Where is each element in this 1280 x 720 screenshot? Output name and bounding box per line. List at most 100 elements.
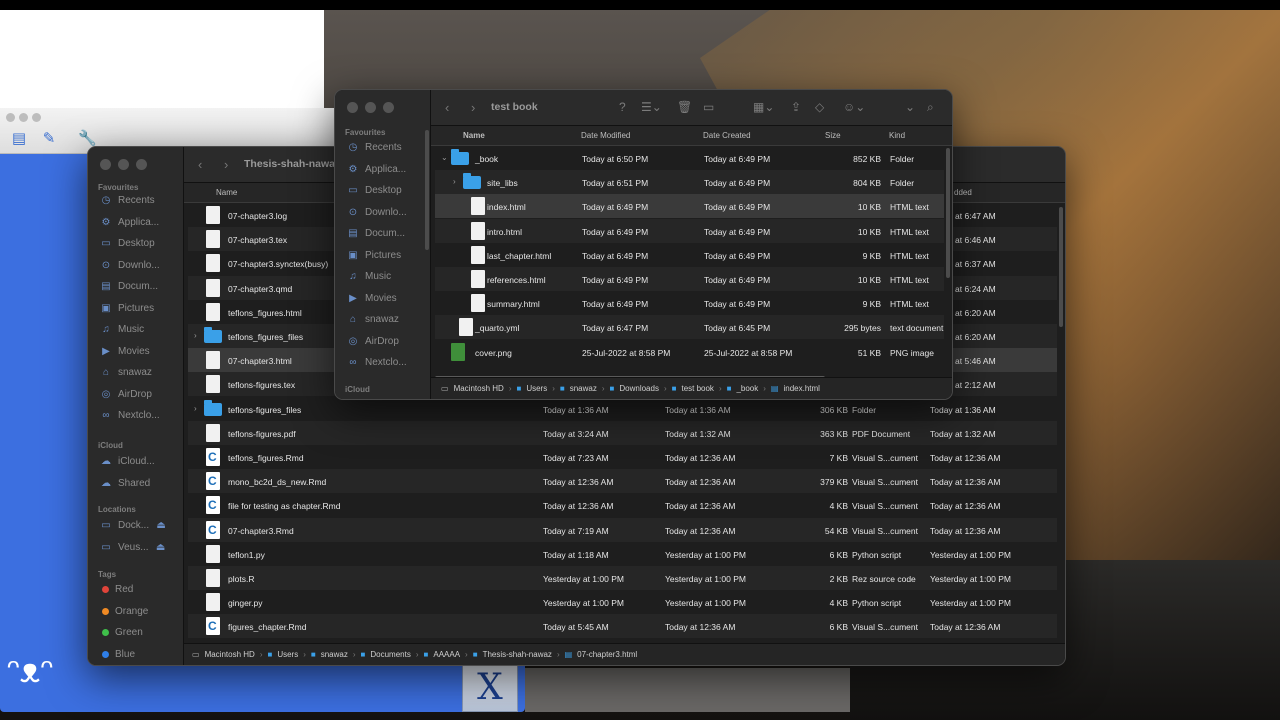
sidebar-item[interactable]: ▶ Movies	[347, 293, 397, 304]
sidebar-item[interactable]: ◎ AirDrop	[347, 336, 399, 347]
path-segment[interactable]: Thesis-shah-nawaz	[483, 650, 552, 659]
table-row[interactable]: last_chapter.html Today at 6:49 PM Today a…	[435, 243, 944, 267]
column-name[interactable]: Name	[463, 131, 485, 140]
sidebar-item[interactable]: Orange	[102, 606, 148, 617]
x-app-icon[interactable]: X	[462, 664, 518, 712]
sidebar-item[interactable]: ▭ Veus... ⏏	[100, 542, 167, 553]
eject-icon[interactable]: ⏏	[155, 542, 167, 553]
vertical-scrollbar[interactable]	[1059, 207, 1063, 327]
path-segment[interactable]: snawaz	[321, 650, 348, 659]
close-dot[interactable]	[6, 113, 15, 122]
forward-arrow-icon[interactable]: ›	[224, 157, 228, 172]
sidebar-item[interactable]: ▭ Dock... ⏏	[100, 520, 167, 531]
minimize-button[interactable]	[365, 102, 376, 113]
disclosure-chevron-icon[interactable]: ⌄	[441, 153, 448, 162]
path-segment[interactable]: index.html	[783, 384, 819, 393]
table-row[interactable]: plots.R Yesterday at 1:00 PM Yesterday at …	[188, 566, 1057, 590]
sidebar-item[interactable]: ▣ Pictures	[347, 250, 401, 261]
eject-icon[interactable]: ⏏	[155, 520, 167, 531]
minimize-dot[interactable]	[19, 113, 28, 122]
sidebar-item[interactable]: ▣ Pictures	[100, 303, 154, 314]
path-segment[interactable]: Users	[526, 384, 547, 393]
path-segment[interactable]: snawaz	[570, 384, 597, 393]
sidebar-item[interactable]: ⚙ Applica...	[100, 217, 160, 228]
path-segment[interactable]: Macintosh HD	[205, 650, 255, 659]
table-row[interactable]: cover.png 25-Jul-2022 at 8:58 PM 25-Jul-20…	[435, 340, 944, 364]
sidebar-item[interactable]: Blue	[102, 649, 135, 660]
table-row[interactable]: › teflons-figures_files Today at 1:36 AM To…	[188, 397, 1057, 421]
path-segment[interactable]: Users	[277, 650, 298, 659]
zoom-dot[interactable]	[32, 113, 41, 122]
table-row[interactable]: teflon1.py Today at 1:18 AM Yesterday at 1…	[188, 542, 1057, 566]
sidebar-item[interactable]: ▤ Docum...	[347, 228, 405, 239]
column-date-created[interactable]: Date Created	[703, 131, 751, 140]
column-date-modified[interactable]: Date Modified	[581, 131, 630, 140]
disclosure-chevron-icon[interactable]: ›	[194, 404, 197, 413]
disclosure-chevron-icon[interactable]: ›	[453, 177, 456, 186]
sidebar-item[interactable]: ▶ Movies	[100, 346, 150, 357]
close-button[interactable]	[100, 159, 111, 170]
table-row[interactable]: _quarto.yml Today at 6:47 PM Today at 6:45…	[435, 315, 944, 340]
path-segment[interactable]: AAAAA	[433, 650, 460, 659]
zoom-button[interactable]	[136, 159, 147, 170]
table-row[interactable]: file for testing as chapter.Rmd Today at …	[188, 493, 1057, 517]
path-segment[interactable]: 07-chapter3.html	[577, 650, 637, 659]
new-folder-icon[interactable]: ▭	[703, 100, 714, 114]
sidebar-item[interactable]: ⌂ snawaz	[347, 314, 399, 325]
path-segment[interactable]: _book	[736, 384, 758, 393]
path-segment[interactable]: Downloads	[619, 384, 659, 393]
column-kind[interactable]: Kind	[889, 131, 905, 140]
tag-icon[interactable]: ◇	[815, 100, 824, 114]
sidebar-item[interactable]: ☁ iCloud...	[100, 456, 155, 467]
table-row[interactable]: index.html Today at 6:49 PM Today at 6:49 …	[435, 194, 944, 219]
forward-arrow-icon[interactable]: ›	[471, 100, 475, 115]
table-row[interactable]: › site_libs Today at 6:51 PM Today at 6:49 …	[435, 170, 944, 195]
sidebar-item[interactable]: Red	[102, 584, 133, 595]
sidebar-item[interactable]: ▤ Docum...	[100, 281, 158, 292]
table-row[interactable]: summary.html Today at 6:49 PM Today at 6:4…	[435, 291, 944, 315]
sidebar-item[interactable]: ⊙ Downlo...	[100, 260, 160, 271]
table-row[interactable]: ⌄ _book Today at 6:50 PM Today at 6:49 PM 85…	[435, 146, 944, 170]
column-date-added[interactable]: dded	[954, 188, 972, 197]
help-icon[interactable]: ?	[619, 100, 626, 114]
table-row[interactable]: intro.html Today at 6:49 PM Today at 6:49 …	[435, 218, 944, 243]
sidebar-scrollbar[interactable]	[425, 130, 429, 250]
chevron-down-icon[interactable]: ⌄	[905, 100, 915, 114]
sidebar-item[interactable]: ♫ Music	[347, 271, 391, 282]
sidebar-item[interactable]: ⊙ Downlo...	[347, 207, 407, 218]
zoom-button[interactable]	[383, 102, 394, 113]
sidebar-item[interactable]: Green	[102, 627, 143, 638]
sidebar-item[interactable]: ♫ Music	[100, 324, 144, 335]
back-arrow-icon[interactable]: ‹	[445, 100, 449, 115]
back-arrow-icon[interactable]: ‹	[198, 157, 202, 172]
grid-view-icon[interactable]: ▦⌄	[753, 100, 774, 114]
path-segment[interactable]: Documents	[370, 650, 410, 659]
table-row[interactable]: mono_bc2d_ds_new.Rmd Today at 12:36 AM Tod…	[188, 469, 1057, 494]
search-icon[interactable]: ⌕	[927, 100, 934, 115]
minimize-button[interactable]	[118, 159, 129, 170]
column-name[interactable]: Name	[216, 188, 237, 197]
table-row[interactable]: figures_chapter.Rmd Today at 5:45 AM Today…	[188, 614, 1057, 639]
document-icon[interactable]: ▤	[10, 130, 28, 148]
sidebar-item[interactable]: ⚙ Applica...	[347, 164, 407, 175]
sidebar-item[interactable]: ∞ Nextclo...	[100, 410, 159, 421]
sidebar-item[interactable]: ◷ Recents	[100, 195, 155, 206]
trash-icon[interactable]: 🗑	[677, 100, 692, 114]
disclosure-chevron-icon[interactable]: ›	[194, 331, 197, 340]
sidebar-item[interactable]: ▭ Desktop	[100, 238, 154, 249]
table-row[interactable]: teflons-figures.pdf Today at 3:24 AM Today…	[188, 420, 1057, 445]
sidebar-item[interactable]: ⌂ snawaz	[100, 367, 152, 378]
table-row[interactable]: ginger.py Yesterday at 1:00 PM Yesterday a…	[188, 590, 1057, 614]
path-segment[interactable]: test book	[681, 384, 713, 393]
sidebar-item[interactable]: ▭ Desktop	[347, 185, 401, 196]
column-size[interactable]: Size	[825, 131, 841, 140]
vertical-scrollbar[interactable]	[946, 148, 950, 278]
sidebar-item[interactable]: ◎ AirDrop	[100, 389, 152, 400]
table-row[interactable]: 07-chapter3.Rmd Today at 7:19 AM Today at …	[188, 517, 1057, 542]
close-button[interactable]	[347, 102, 358, 113]
sidebar-item[interactable]: ☁ Shared	[100, 478, 150, 489]
sidebar-item[interactable]: ◷ Recents	[347, 142, 402, 153]
action-menu-icon[interactable]: ☺⌄	[843, 100, 865, 114]
sidebar-item[interactable]: ∞ Nextclo...	[347, 357, 406, 368]
pencil-icon[interactable]: ✎	[40, 130, 58, 148]
